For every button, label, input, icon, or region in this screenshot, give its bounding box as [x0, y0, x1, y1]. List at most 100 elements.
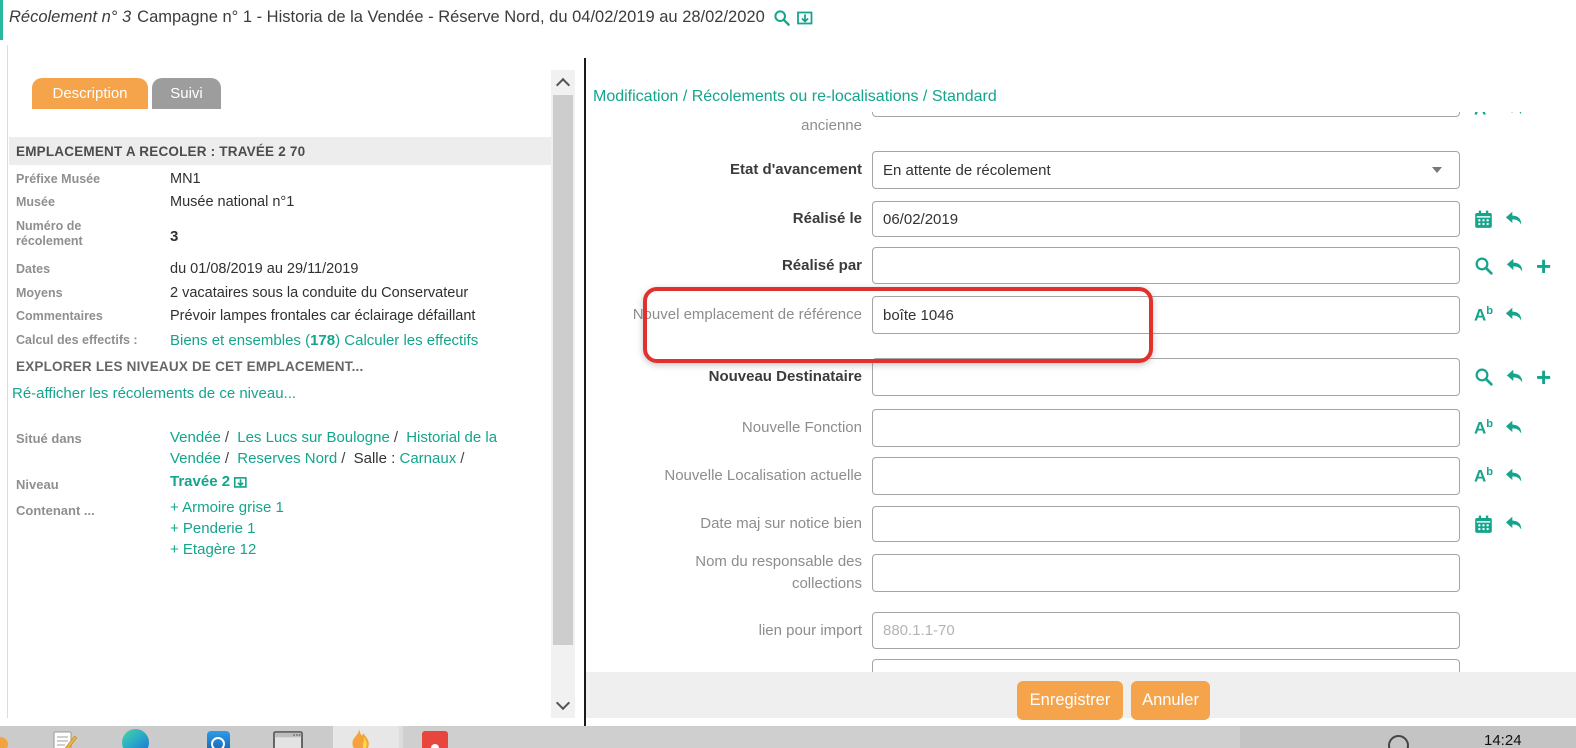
undo-icon[interactable]: [1504, 210, 1524, 228]
field-label-nom-responsable: Nom du responsable des collections: [627, 554, 862, 592]
field-label-nouveau-destinataire: Nouveau Destinataire: [627, 358, 862, 396]
field-label-realise-par: Réalisé par: [627, 247, 862, 284]
field-label-realise-le: Réalisé le: [627, 201, 862, 237]
niveau-value: Travée 2: [170, 473, 248, 490]
calendar-icon[interactable]: [1474, 515, 1493, 534]
add-icon[interactable]: +: [1536, 367, 1551, 387]
save-button[interactable]: Enregistrer: [1017, 681, 1123, 720]
crumb-separator: /: [460, 450, 464, 467]
crumb-les-lucs[interactable]: Les Lucs sur Boulogne: [237, 429, 390, 446]
taskbar-flame-icon[interactable]: [346, 728, 374, 748]
taskbar-red-app-icon[interactable]: [422, 731, 448, 748]
crumb-carnaux[interactable]: Carnaux: [400, 450, 457, 467]
calendar-icon[interactable]: [1474, 210, 1493, 229]
undo-icon[interactable]: [1504, 467, 1524, 485]
taskbar-clock[interactable]: 14:24: [1484, 732, 1522, 748]
nouvel-emplacement-input[interactable]: [872, 296, 1460, 334]
field-label-moyens: Moyens: [16, 286, 164, 301]
text-format-icon[interactable]: Ab: [1474, 306, 1493, 324]
calculer-effectifs-link[interactable]: Calculer les effectifs: [344, 332, 478, 349]
open-window-icon[interactable]: [796, 9, 814, 26]
window-title-bar: Récolement n° 3 Campagne n° 1 - Historia…: [9, 8, 814, 27]
text-format-icon[interactable]: Ab: [1474, 112, 1493, 118]
screen: Récolement n° 3 Campagne n° 1 - Historia…: [0, 0, 1576, 748]
record-title-italic: Récolement n° 3: [9, 8, 131, 27]
field-label-ancienne: ancienne: [627, 116, 862, 136]
partial-bottom-input[interactable]: [872, 659, 1460, 672]
taskbar: 14:24: [0, 726, 1576, 748]
undo-icon[interactable]: [1505, 368, 1525, 386]
header-accent-bar: [0, 0, 3, 40]
undo-icon[interactable]: [1505, 257, 1525, 275]
taskbar-mail-icon[interactable]: [207, 731, 230, 748]
lien-import-input[interactable]: [872, 612, 1460, 649]
penderie-link[interactable]: + Penderie 1: [170, 520, 255, 537]
ancienne-input[interactable]: [872, 112, 1460, 117]
realise-le-input[interactable]: [872, 201, 1460, 237]
field-row-nouveau-destinataire: Nouveau Destinataire +: [586, 358, 1576, 396]
left-panel-scrollbar[interactable]: [551, 70, 575, 718]
nouvelle-localisation-input[interactable]: [872, 457, 1460, 495]
text-format-icon[interactable]: Ab: [1474, 419, 1493, 437]
biens-link-post: ): [335, 332, 340, 349]
undo-icon[interactable]: [1504, 515, 1524, 533]
etat-avancement-select[interactable]: En attente de récolement: [872, 151, 1460, 189]
field-icons-nouvelle-localisation: Ab: [1474, 457, 1524, 495]
field-label-dates: Dates: [16, 262, 164, 277]
tab-suivi[interactable]: Suivi: [152, 78, 221, 109]
crumb-separator: /: [341, 450, 345, 467]
travee-link[interactable]: Travée 2: [170, 473, 230, 490]
add-icon[interactable]: +: [1536, 256, 1551, 276]
taskbar-browser-icon[interactable]: [122, 729, 149, 748]
field-label-musee: Musée: [16, 195, 164, 210]
biens-link-pre: Biens et ensembles (: [170, 332, 310, 349]
tab-description-label: Description: [52, 85, 127, 102]
field-label-nouvelle-fonction: Nouvelle Fonction: [627, 409, 862, 447]
reshow-recolements-link-line: Ré-afficher les récolements de ce niveau…: [12, 385, 296, 402]
scrollbar-thumb[interactable]: [553, 95, 573, 645]
crumb-separator: /: [225, 450, 229, 467]
crumb-reserves-nord[interactable]: Reserves Nord: [237, 450, 337, 467]
field-value-dates: du 01/08/2019 au 29/11/2019: [170, 260, 552, 279]
field-label-lien-import: lien pour import: [627, 612, 862, 649]
taskbar-notepad-icon[interactable]: [52, 729, 78, 748]
field-row-nom-responsable: Nom du responsable des collections: [586, 554, 1576, 592]
biens-ensembles-link[interactable]: Biens et ensembles (178): [170, 332, 340, 349]
etagere-link[interactable]: + Etagère 12: [170, 541, 256, 558]
field-label-nouvel-emplacement: Nouvel emplacement de référence: [627, 296, 862, 334]
field-value-numero: 3: [170, 227, 552, 246]
cancel-button[interactable]: Annuler: [1131, 681, 1210, 720]
contenant-item: + Armoire grise 1: [170, 499, 284, 516]
armoire-grise-link[interactable]: + Armoire grise 1: [170, 499, 284, 516]
biens-count: 178: [310, 332, 335, 349]
search-icon[interactable]: [773, 9, 791, 27]
taskbar-window-icon[interactable]: [273, 731, 303, 748]
search-icon[interactable]: [1474, 256, 1494, 276]
field-label-contenant: Contenant ...: [16, 503, 164, 518]
nouveau-destinataire-input[interactable]: [872, 358, 1460, 396]
nouvelle-fonction-input[interactable]: [872, 409, 1460, 447]
date-maj-input[interactable]: [872, 506, 1460, 542]
realise-par-input[interactable]: [872, 247, 1460, 284]
undo-icon[interactable]: [1504, 112, 1524, 118]
undo-icon[interactable]: [1504, 306, 1524, 324]
field-label-numero: Numéro de récolement: [16, 219, 121, 249]
scroll-up-arrow-icon[interactable]: [556, 78, 570, 92]
nom-responsable-input[interactable]: [872, 554, 1460, 592]
search-icon[interactable]: [1474, 367, 1494, 387]
contenant-item: + Penderie 1: [170, 520, 255, 537]
tab-description[interactable]: Description: [32, 78, 148, 109]
open-window-icon[interactable]: [233, 475, 248, 489]
field-icons-realise-par: +: [1474, 247, 1551, 284]
crumb-vendee[interactable]: Vendée: [170, 429, 221, 446]
scroll-down-arrow-icon[interactable]: [556, 696, 570, 710]
field-label-niveau: Niveau: [16, 477, 164, 492]
field-icons-ancienne: Ab: [1474, 112, 1524, 120]
field-row-partial-bottom: [586, 659, 1576, 672]
undo-icon[interactable]: [1504, 419, 1524, 437]
chevron-down-icon: [1432, 167, 1442, 173]
left-section-header: EMPLACEMENT A RECOLER : TRAVÉE 2 70: [9, 137, 551, 165]
text-format-icon[interactable]: Ab: [1474, 467, 1493, 485]
reshow-recolements-link[interactable]: Ré-afficher les récolements de ce niveau…: [12, 385, 296, 402]
taskbar-icon-partial[interactable]: [0, 737, 8, 748]
